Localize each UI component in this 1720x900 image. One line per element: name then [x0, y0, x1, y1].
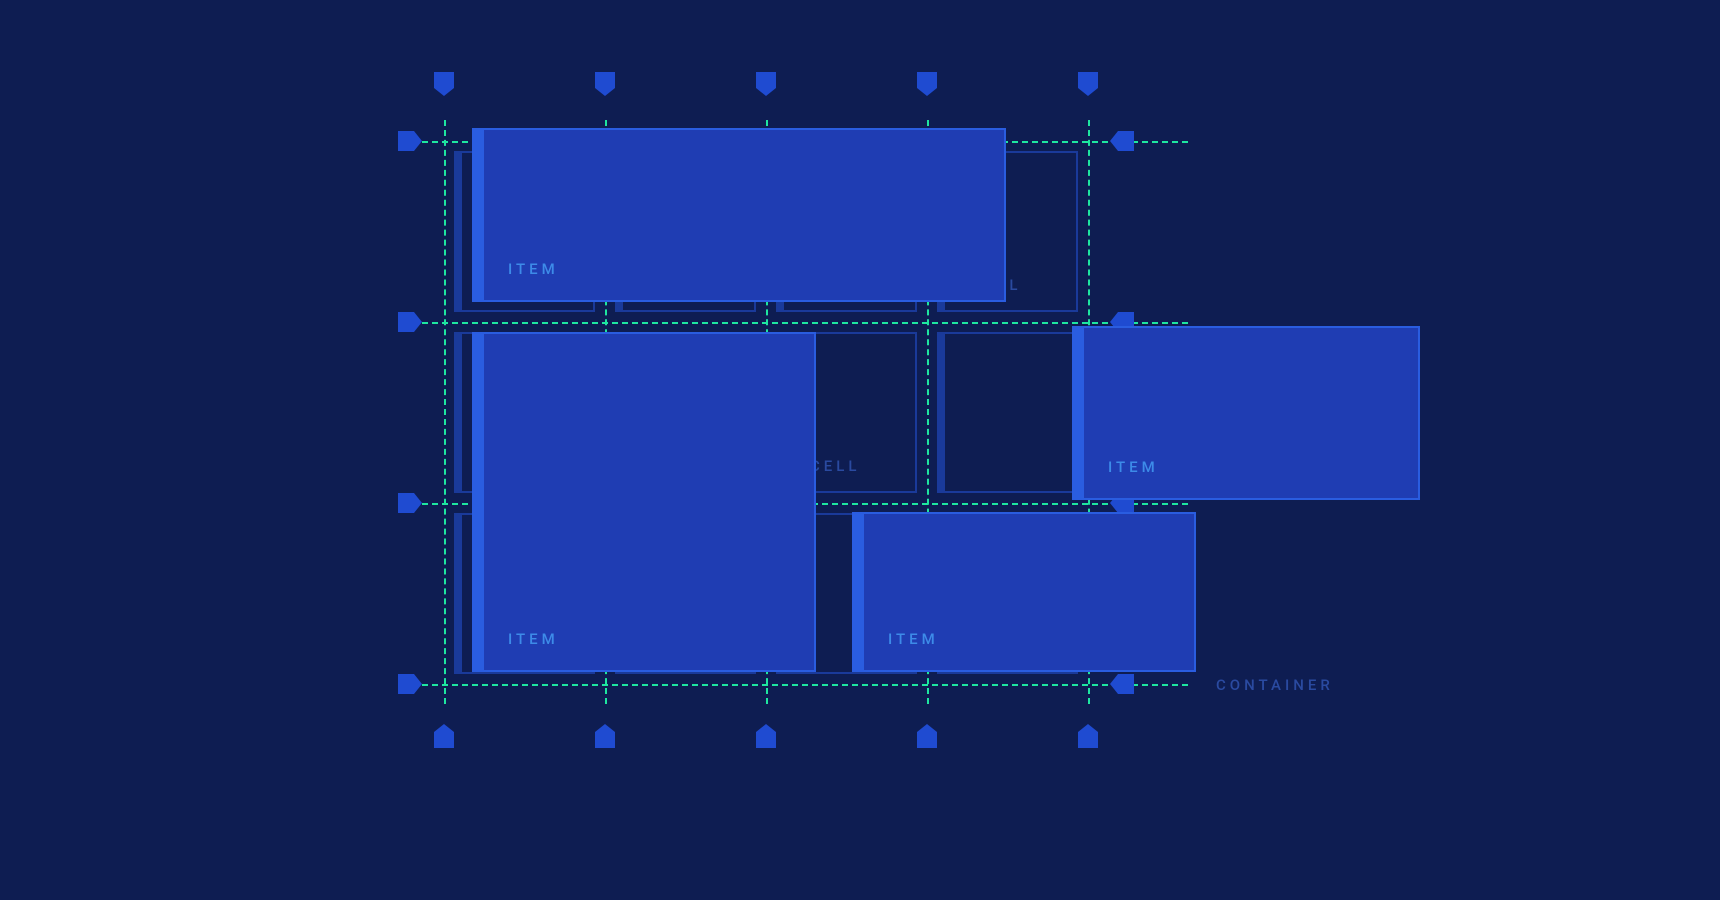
item-accent [1074, 328, 1084, 498]
item-accent [854, 514, 864, 670]
row-marker-right-3 [1118, 674, 1134, 694]
col-marker-top-1 [595, 72, 615, 88]
col-marker-bottom-2 [756, 732, 776, 748]
col-marker-bottom-1 [595, 732, 615, 748]
row-marker-left-2 [398, 493, 414, 513]
item-label: ITEM [888, 630, 939, 648]
item-label: ITEM [508, 630, 559, 648]
col-marker-top-0 [434, 72, 454, 88]
grid-item-right: ITEM [1072, 326, 1420, 500]
col-marker-bottom-0 [434, 732, 454, 748]
row-marker-left-3 [398, 674, 414, 694]
cell-accent [456, 153, 462, 310]
gridline-col-0 [444, 120, 446, 704]
gridline-row-3 [422, 684, 1188, 686]
item-accent [474, 334, 484, 670]
col-marker-top-4 [1078, 72, 1098, 88]
col-marker-bottom-4 [1078, 732, 1098, 748]
grid-item-top: ITEM [472, 128, 1006, 302]
cell-label: CELL [810, 457, 860, 475]
container-label: CONTAINER [1216, 676, 1334, 694]
diagram-stage: CELL CELL ITEM ITEM ITEM ITEM CONTAINER [0, 0, 1720, 900]
cell-accent [939, 334, 945, 491]
col-marker-top-3 [917, 72, 937, 88]
col-marker-top-2 [756, 72, 776, 88]
row-marker-left-1 [398, 312, 414, 332]
grid-item-bottom: ITEM [852, 512, 1196, 672]
item-label: ITEM [508, 260, 559, 278]
item-accent [474, 130, 484, 300]
grid-cell [937, 332, 1078, 493]
item-label: ITEM [1108, 458, 1159, 476]
col-marker-bottom-3 [917, 732, 937, 748]
cell-accent [456, 334, 462, 491]
grid-item-big: ITEM [472, 332, 816, 672]
row-marker-left-0 [398, 131, 414, 151]
cell-accent [456, 515, 462, 672]
gridline-row-1 [422, 322, 1188, 324]
row-marker-right-0 [1118, 131, 1134, 151]
